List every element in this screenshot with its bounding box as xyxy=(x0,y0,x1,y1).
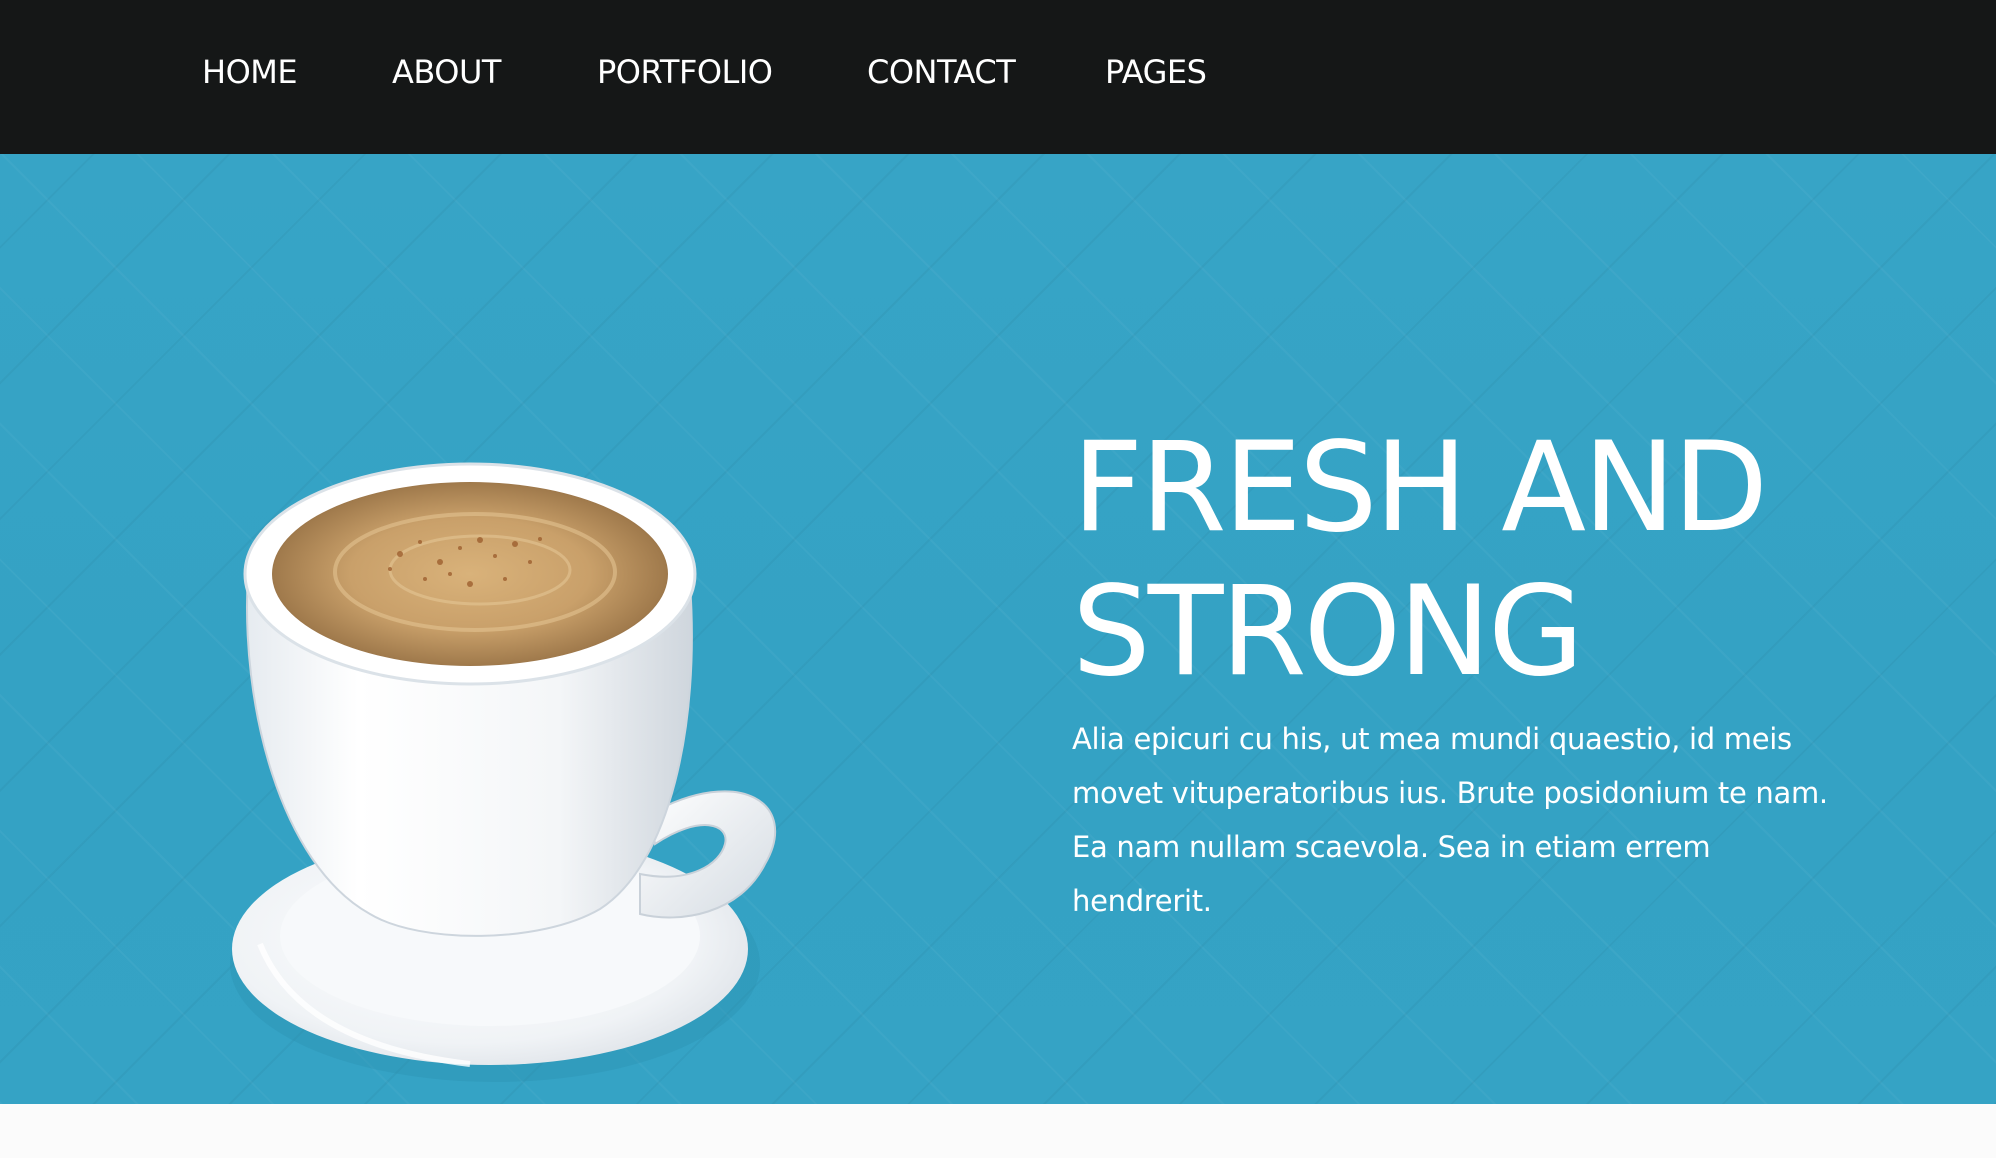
hero-title: FRESH AND STRONG xyxy=(1072,416,1768,704)
page: HOME ABOUT PORTFOLIO CONTACT PAGES FRESH… xyxy=(0,0,1996,1158)
nav-item-pages[interactable]: PAGES xyxy=(1105,42,1207,102)
nav-item-portfolio[interactable]: PORTFOLIO xyxy=(597,42,773,102)
coffee-cup-image xyxy=(230,462,777,1082)
hero-description: Alia epicuri cu his, ut mea mundi quaest… xyxy=(1072,722,1828,918)
hero-section: FRESH AND STRONG Alia epicuri cu his, ut… xyxy=(0,154,1996,1104)
top-navigation: HOME ABOUT PORTFOLIO CONTACT PAGES xyxy=(0,0,1996,154)
nav-item-contact[interactable]: CONTACT xyxy=(867,42,1016,102)
nav-item-about[interactable]: ABOUT xyxy=(392,42,501,102)
page-bottom xyxy=(0,1104,1996,1158)
nav-item-home[interactable]: HOME xyxy=(202,42,298,102)
